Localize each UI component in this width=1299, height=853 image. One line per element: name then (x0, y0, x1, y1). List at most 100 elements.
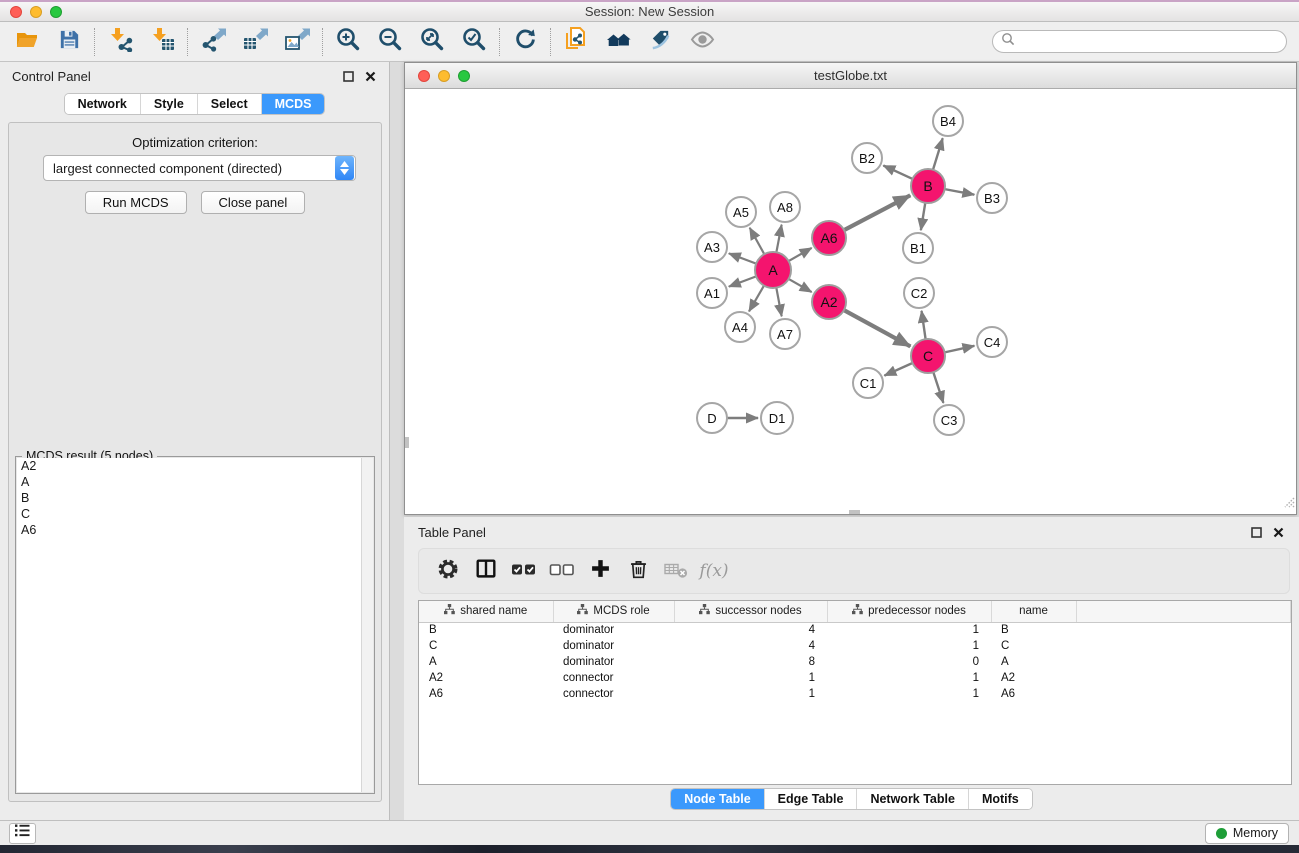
export-network-icon (200, 26, 226, 57)
mcds-result-scrollbar[interactable] (361, 458, 373, 792)
table-row[interactable]: A6connector11A6 (419, 686, 1291, 702)
graph-node-A4[interactable]: A4 (724, 311, 756, 343)
column-header-name[interactable]: name (991, 601, 1076, 622)
main-toolbar (0, 22, 1299, 62)
desktop-edge (0, 845, 1299, 853)
mcds-result-item[interactable]: C (17, 506, 361, 522)
export-image-button[interactable] (276, 25, 318, 59)
create-column-button[interactable] (581, 553, 619, 589)
delete-table-icon (663, 556, 689, 587)
graph-node-A1[interactable]: A1 (696, 277, 728, 309)
resize-grip-icon[interactable] (1281, 494, 1295, 513)
table-row[interactable]: Adominator80A (419, 654, 1291, 670)
graph-node-B1[interactable]: B1 (902, 232, 934, 264)
export-table-button[interactable] (234, 25, 276, 59)
graph-node-A[interactable]: A (754, 251, 792, 289)
network-canvas[interactable]: A A1 A2 A3 A4 A5 A6 A7 A8 B B1 B2 B3 B4 C C1 C2 C3 C4 D D1 (405, 89, 1296, 514)
export-network-button[interactable] (192, 25, 234, 59)
zoom-selected-button[interactable] (453, 25, 495, 59)
graph-edge-A-A1 (729, 276, 756, 286)
import-network-button[interactable] (99, 25, 141, 59)
show-column-button[interactable] (467, 553, 505, 589)
close-table-panel-icon[interactable] (1271, 526, 1285, 540)
table-row[interactable]: Cdominator41C (419, 638, 1291, 654)
close-panel-button[interactable]: Close panel (201, 191, 306, 214)
graph-node-D1[interactable]: D1 (760, 401, 794, 435)
tab-select[interactable]: Select (197, 94, 261, 114)
clone-network-button[interactable] (555, 25, 597, 59)
graph-node-C[interactable]: C (910, 338, 946, 374)
open-session-button[interactable] (6, 25, 48, 59)
column-header-MCDS-role[interactable]: MCDS role (553, 601, 674, 622)
search-field[interactable] (992, 30, 1287, 53)
mcds-result-item[interactable]: A (17, 474, 361, 490)
mcds-result-item[interactable]: A6 (17, 522, 361, 538)
tab-motifs[interactable]: Motifs (968, 789, 1032, 809)
zoom-out-icon (377, 26, 403, 57)
graph-node-A5[interactable]: A5 (725, 196, 757, 228)
table-settings-button[interactable] (429, 553, 467, 589)
graph-edge-A-A5 (750, 228, 765, 254)
tab-edge-table[interactable]: Edge Table (764, 789, 857, 809)
search-input[interactable] (1021, 35, 1278, 49)
delete-column-button[interactable] (619, 553, 657, 589)
toolbar-separator (322, 28, 323, 56)
zoom-in-button[interactable] (327, 25, 369, 59)
show-graphics-details-button[interactable] (681, 25, 723, 59)
zoom-fit-button[interactable] (411, 25, 453, 59)
criterion-dropdown[interactable]: largest connected component (directed) (43, 155, 356, 181)
graph-node-A7[interactable]: A7 (769, 318, 801, 350)
close-panel-icon[interactable] (363, 70, 377, 84)
column-header-predecessor-nodes[interactable]: predecessor nodes (827, 601, 991, 622)
table-header-row[interactable]: shared nameMCDS rolesuccessor nodesprede… (419, 601, 1291, 622)
graph-node-B3[interactable]: B3 (976, 182, 1008, 214)
column-header-successor-nodes[interactable]: successor nodes (674, 601, 827, 622)
column-header-shared-name[interactable]: shared name (419, 601, 553, 622)
save-session-button[interactable] (48, 25, 90, 59)
float-table-panel-icon[interactable] (1249, 526, 1263, 540)
graph-node-B[interactable]: B (910, 168, 946, 204)
home-button[interactable] (597, 25, 639, 59)
unselect-all-columns-button[interactable] (543, 553, 581, 589)
task-history-button[interactable] (9, 823, 36, 844)
graph-node-B2[interactable]: B2 (851, 142, 883, 174)
home-icon (605, 26, 632, 58)
canvas-scroll-hint (405, 437, 409, 448)
apply-layout-button[interactable] (504, 25, 546, 59)
tab-node-table[interactable]: Node Table (671, 789, 763, 809)
graph-node-A8[interactable]: A8 (769, 191, 801, 223)
run-mcds-button[interactable]: Run MCDS (85, 191, 187, 214)
graph-node-A3[interactable]: A3 (696, 231, 728, 263)
table-row[interactable]: Bdominator41B (419, 622, 1291, 638)
graph-node-C1[interactable]: C1 (852, 367, 884, 399)
graph-node-A6[interactable]: A6 (811, 220, 847, 256)
memory-button[interactable]: Memory (1205, 823, 1289, 844)
column-type-icon (444, 604, 455, 618)
refresh-icon (513, 27, 538, 57)
control-panel-tab-group: Network Style Select MCDS (64, 93, 326, 115)
graph-node-C2[interactable]: C2 (903, 277, 935, 309)
graph-node-C4[interactable]: C4 (976, 326, 1008, 358)
zoom-in-icon (335, 26, 361, 57)
mcds-result-item[interactable]: B (17, 490, 361, 506)
graph-node-D[interactable]: D (696, 402, 728, 434)
graph-node-B4[interactable]: B4 (932, 105, 964, 137)
network-window-titlebar[interactable]: testGlobe.txt (405, 63, 1296, 89)
tab-mcds[interactable]: MCDS (261, 94, 325, 114)
graph-node-A2[interactable]: A2 (811, 284, 847, 320)
table-row[interactable]: A2connector11A2 (419, 670, 1291, 686)
zoom-out-button[interactable] (369, 25, 411, 59)
table-toolbar: f(x) (418, 548, 1290, 594)
graph-edge-B-B1 (921, 203, 925, 230)
graph-node-C3[interactable]: C3 (933, 404, 965, 436)
tab-network[interactable]: Network (65, 94, 140, 114)
mcds-result-item[interactable]: A2 (17, 458, 361, 474)
column-type-icon (577, 604, 588, 618)
select-all-columns-button[interactable] (505, 553, 543, 589)
float-panel-icon[interactable] (341, 70, 355, 84)
tab-network-table[interactable]: Network Table (856, 789, 968, 809)
graph-edges (405, 89, 1296, 514)
tab-style[interactable]: Style (140, 94, 197, 114)
import-table-button[interactable] (141, 25, 183, 59)
annotations-button[interactable] (639, 25, 681, 59)
